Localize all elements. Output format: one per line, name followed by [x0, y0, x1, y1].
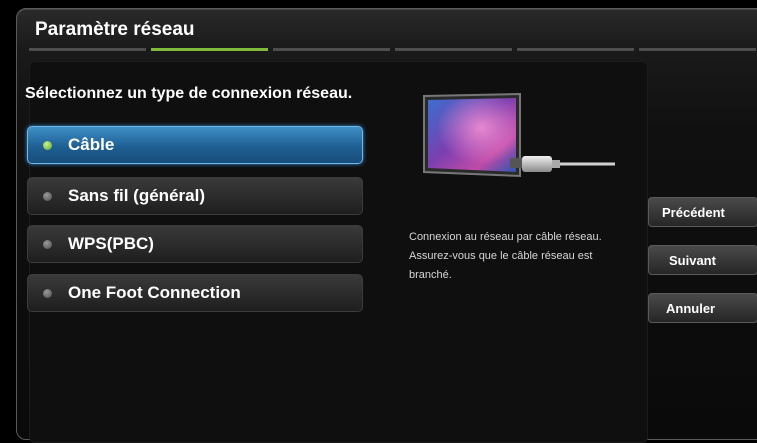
cancel-button[interactable]: Annuler [648, 293, 757, 323]
option-label: WPS(PBC) [68, 234, 154, 253]
step-1 [29, 48, 146, 51]
option-one-foot-connection[interactable]: One Foot Connection [27, 274, 363, 312]
step-5 [517, 48, 634, 51]
step-4 [395, 48, 512, 51]
previous-button[interactable]: Précédent [648, 197, 757, 227]
network-settings-dialog: Paramètre réseau [16, 8, 757, 443]
previous-button-label: Précédent [662, 205, 725, 220]
option-cable[interactable]: Câble [27, 126, 363, 164]
option-label: One Foot Connection [68, 283, 241, 302]
radio-indicator-icon [43, 192, 52, 201]
option-wps-pbc[interactable]: WPS(PBC) [27, 225, 363, 263]
cancel-button-label: Annuler [666, 301, 716, 316]
option-description: Connexion au réseau par câble réseau. As… [409, 231, 602, 281]
option-label: Sans fil (général) [68, 186, 205, 205]
step-6 [639, 48, 756, 51]
next-button-label: Suivant [669, 253, 716, 268]
radio-indicator-icon [43, 141, 52, 150]
option-label: Câble [68, 135, 115, 154]
connection-type-prompt: Sélectionnez un type de connexion réseau… [25, 85, 353, 102]
next-button[interactable]: Suivant [648, 245, 757, 275]
step-2-active [151, 48, 268, 51]
option-wireless[interactable]: Sans fil (général) [27, 177, 363, 215]
step-3 [273, 48, 390, 51]
dialog-title: Paramètre réseau [35, 19, 195, 40]
cable-connection-illustration-icon [423, 92, 615, 178]
radio-indicator-icon [43, 289, 52, 298]
radio-indicator-icon [43, 240, 52, 249]
